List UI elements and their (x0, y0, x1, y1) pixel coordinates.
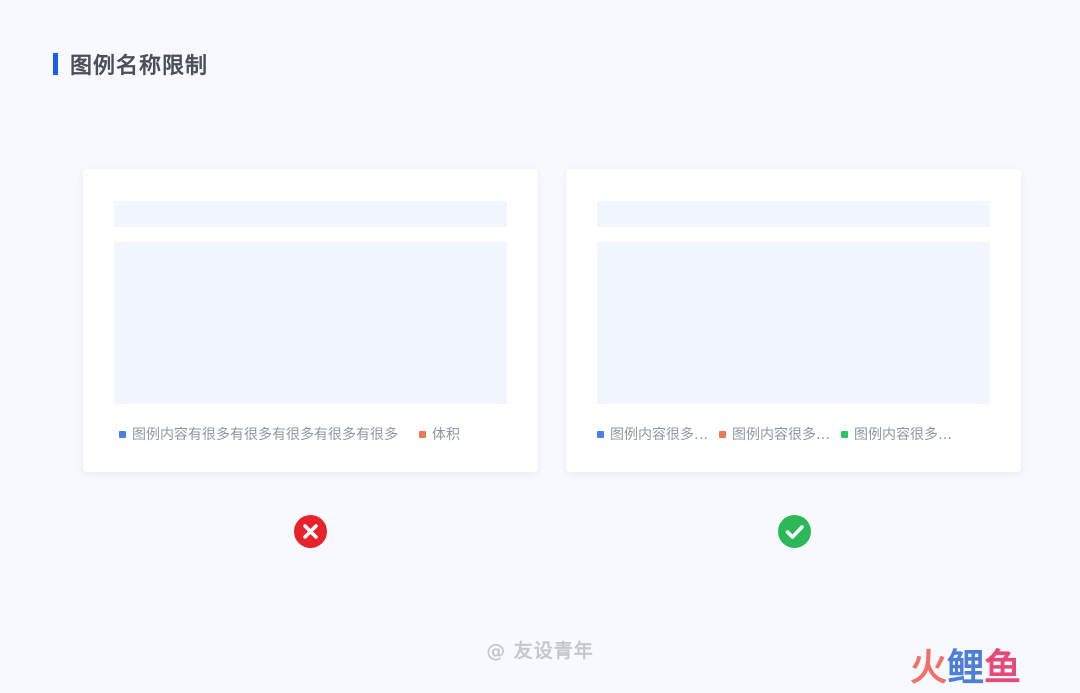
legend-item: 图例内容很多… (719, 424, 830, 444)
brand-logo: 火 鲤 鱼 (910, 646, 1021, 690)
card-bad-example: 图例内容有很多有很多有很多有很多有很多 体积 (83, 169, 538, 472)
legend-label: 体积 (432, 427, 460, 443)
legend-dot (119, 430, 126, 438)
legend: 图例内容很多… 图例内容很多… 图例内容很多… (597, 424, 952, 444)
card-good-example: 图例内容很多… 图例内容很多… 图例内容很多… (566, 169, 1021, 472)
legend-dot (419, 430, 426, 438)
legend: 图例内容有很多有很多有很多有很多有很多 体积 (119, 424, 460, 444)
legend-dot (719, 430, 726, 438)
legend-dot (597, 430, 604, 438)
legend-label: 图例内容很多… (732, 427, 830, 443)
legend-dot (841, 430, 848, 438)
title-accent-bar (53, 53, 58, 75)
chart-title-placeholder (114, 201, 507, 227)
page-title: 图例名称限制 (70, 54, 209, 79)
title-wrap: 图例名称限制 (53, 50, 209, 79)
logo-char: 火 (910, 646, 947, 689)
legend-item: 图例内容很多… (597, 424, 708, 444)
cross-circle-icon (294, 515, 327, 548)
chart-title-placeholder (597, 201, 990, 227)
chart-body-placeholder (597, 242, 990, 404)
legend-item: 体积 (419, 424, 460, 444)
logo-char: 鲤 (947, 646, 984, 689)
legend-label: 图例内容很多… (610, 427, 708, 443)
check-circle-icon (778, 515, 811, 548)
legend-item: 图例内容有很多有很多有很多有很多有很多 (119, 424, 398, 444)
legend-item: 图例内容很多… (841, 424, 952, 444)
legend-label: 图例内容很多… (854, 427, 952, 443)
logo-char: 鱼 (984, 646, 1021, 689)
chart-body-placeholder (114, 242, 507, 404)
legend-label: 图例内容有很多有很多有很多有很多有很多 (132, 427, 398, 443)
